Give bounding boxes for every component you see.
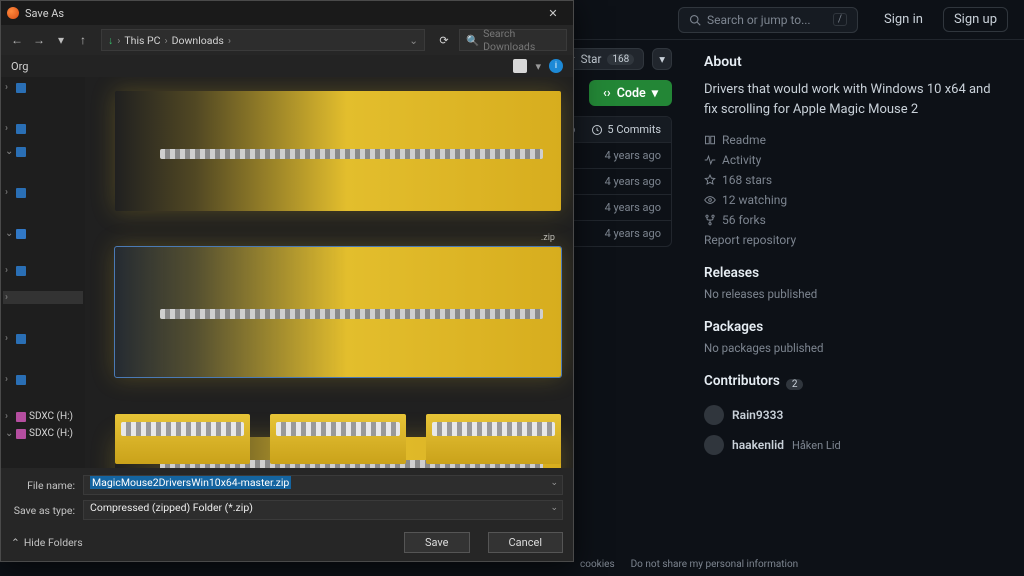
search-icon: [689, 14, 701, 26]
up-button[interactable]: ↑: [73, 30, 93, 50]
star-icon: [704, 174, 716, 186]
info-icon[interactable]: i: [549, 59, 563, 73]
chevron-right-icon: ›: [117, 34, 120, 47]
zip-thumbnail[interactable]: [115, 414, 250, 464]
organize-label[interactable]: Org: [11, 60, 28, 73]
contributors-count: 2: [786, 379, 804, 390]
cancel-button[interactable]: Cancel: [488, 532, 563, 553]
slash-hint: /: [833, 13, 847, 26]
save-as-dialog: Save As ✕ ← → ▾ ↑ ↓ › This PC › Download…: [0, 0, 574, 562]
signup-button[interactable]: Sign up: [943, 7, 1008, 32]
footer-dns[interactable]: Do not share my personal information: [631, 559, 799, 570]
star-dropdown[interactable]: ▾: [652, 48, 672, 70]
fork-icon: [704, 214, 716, 226]
watching-meta[interactable]: 12 watching: [704, 193, 1004, 207]
contributor-row[interactable]: Rain9333: [704, 405, 1004, 425]
save-button[interactable]: Save: [404, 532, 470, 553]
view-mode-button[interactable]: [513, 59, 527, 73]
filetype-select[interactable]: Compressed (zipped) Folder (*.zip) ⌄: [83, 500, 563, 520]
filename-label: File name:: [11, 479, 75, 492]
nav-tree[interactable]: › › ⌄ › ⌄ › › › › ›SDXC (H:) ⌄SDXC (H:): [1, 77, 85, 468]
releases-title: Releases: [704, 265, 1004, 281]
releases-text: No releases published: [704, 287, 1004, 301]
folder-search[interactable]: 🔍 Search Downloads: [459, 29, 567, 51]
address-bar[interactable]: ↓ › This PC › Downloads › ⌄: [101, 29, 425, 51]
chevron-up-icon: ⌃: [11, 536, 20, 549]
book-icon: [704, 134, 716, 146]
packages-title: Packages: [704, 319, 1004, 335]
packages-text: No packages published: [704, 341, 1004, 355]
recent-dropdown[interactable]: ▾: [51, 30, 71, 50]
contributor-row[interactable]: haakenlid Håken Lid: [704, 435, 1004, 455]
zip-thumbnail[interactable]: [426, 414, 561, 464]
hide-folders-toggle[interactable]: ⌃ Hide Folders: [11, 536, 83, 549]
github-search[interactable]: Search or jump to... /: [678, 7, 858, 33]
eye-icon: [704, 194, 716, 206]
avatar: [704, 405, 724, 425]
footer-cookies[interactable]: cookies: [580, 559, 615, 570]
zip-thumbnail-selected[interactable]: [115, 247, 561, 377]
chevron-down-icon: ▾: [652, 85, 658, 101]
filetype-label: Save as type:: [11, 504, 75, 517]
signin-link[interactable]: Sign in: [884, 12, 923, 27]
history-icon: [591, 124, 603, 136]
github-search-placeholder: Search or jump to...: [707, 13, 811, 27]
search-icon: 🔍: [466, 34, 479, 47]
app-icon: [7, 7, 19, 19]
about-title: About: [704, 54, 1004, 70]
activity-link[interactable]: Activity: [704, 153, 1004, 167]
avatar: [704, 435, 724, 455]
close-icon[interactable]: ✕: [539, 7, 567, 20]
pulse-icon: [704, 154, 716, 166]
downloads-icon: ↓: [108, 34, 113, 47]
report-link[interactable]: Report repository: [704, 233, 1004, 247]
readme-link[interactable]: Readme: [704, 133, 1004, 147]
forks-meta[interactable]: 56 forks: [704, 213, 1004, 227]
code-icon: ‹›: [603, 86, 611, 101]
chevron-down-icon[interactable]: ⌄: [550, 478, 558, 488]
chevron-down-icon[interactable]: ⌄: [550, 503, 558, 513]
dialog-title: Save As: [25, 7, 64, 20]
zip-thumbnail[interactable]: [115, 91, 561, 211]
forward-button[interactable]: →: [29, 30, 49, 50]
commits-link[interactable]: 5 Commits: [591, 123, 661, 136]
refresh-button[interactable]: ⟳: [433, 34, 455, 47]
view-dropdown[interactable]: ▾: [535, 60, 541, 73]
chevron-right-icon: ›: [165, 34, 168, 47]
address-dropdown[interactable]: ⌄: [409, 34, 418, 47]
stars-meta[interactable]: 168 stars: [704, 173, 1004, 187]
back-button[interactable]: ←: [7, 30, 27, 50]
about-description: Drivers that would work with Windows 10 …: [704, 80, 1004, 119]
filename-input[interactable]: MagicMouse2DriversWin10x64-master.zip ⌄: [83, 475, 563, 495]
chevron-down-icon: ▾: [659, 52, 665, 66]
chevron-right-icon: ›: [228, 34, 231, 47]
code-button[interactable]: ‹› Code ▾: [589, 80, 672, 106]
zip-thumbnail[interactable]: [270, 414, 405, 464]
contributors-title: Contributors: [704, 373, 780, 389]
file-view[interactable]: .zip: [85, 77, 573, 468]
